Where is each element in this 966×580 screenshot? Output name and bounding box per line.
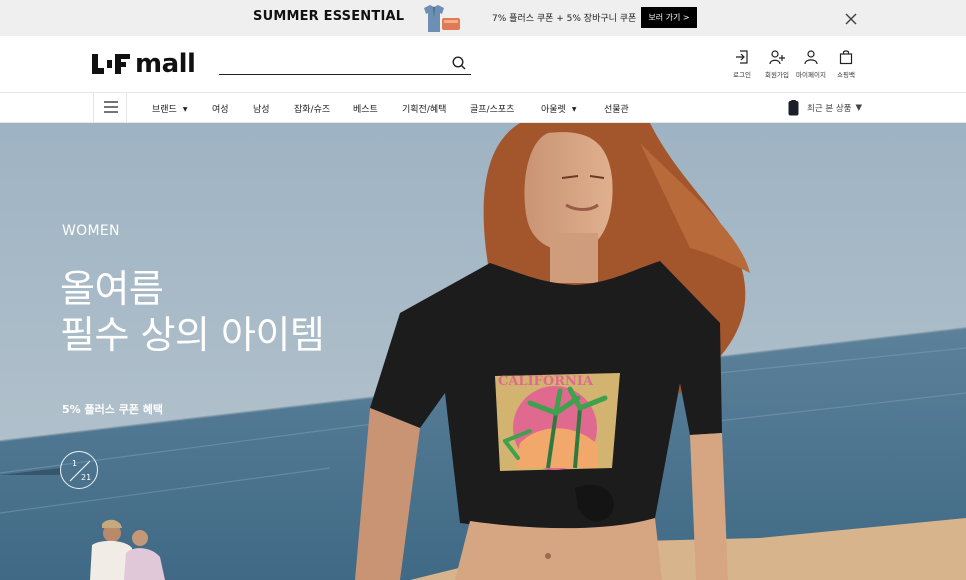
logo-text: mall	[135, 49, 196, 79]
promo-clothing-image	[424, 5, 460, 32]
pager-divider-icon	[69, 460, 91, 482]
search-bar	[219, 53, 471, 75]
nav-item-label: 아울렛	[541, 105, 566, 115]
nav-item-outlet[interactable]: 아울렛 ▼	[541, 102, 576, 115]
mypage-icon	[804, 50, 818, 65]
promo-banner: SUMMER ESSENTIAL 7% 플러스 쿠폰 + 5% 장바구니 쿠폰 …	[0, 0, 966, 36]
login-label: 로그인	[733, 71, 751, 79]
hero-headline-line1: 올여름	[60, 267, 164, 311]
site-header: mall 로그인 회원가입 마이페이지 쇼핑백	[0, 36, 966, 92]
nav-item-men[interactable]: 남성	[253, 102, 270, 115]
shirt-print-text: CALIFORNIA	[498, 374, 594, 389]
nav-item-women[interactable]: 여성	[212, 102, 229, 115]
category-nav: 브랜드 ▼ 여성 남성 잡화/슈즈 베스트 기획전/혜택 골프/스포츠 아울렛 ▼ …	[0, 92, 966, 123]
hero-headline: 올여름 필수 상의 아이템	[60, 266, 325, 358]
nav-item-brand[interactable]: 브랜드 ▼	[152, 102, 187, 115]
nav-item-label: 선물관	[604, 105, 629, 115]
hamburger-icon	[104, 101, 118, 113]
lf-logo-mark-icon	[92, 54, 130, 74]
hero-category: WOMEN	[62, 223, 120, 239]
nav-item-golf-sports[interactable]: 골프/스포츠	[470, 102, 514, 115]
shopping-bag-label: 쇼핑백	[837, 71, 855, 79]
nav-item-gift-shop[interactable]: 선물관	[604, 102, 629, 115]
recent-product-icon	[788, 100, 799, 116]
nav-item-label: 골프/스포츠	[470, 105, 515, 115]
signup-icon	[769, 50, 785, 65]
nav-item-label: 브랜드	[152, 105, 177, 115]
nav-item-label: 여성	[212, 105, 229, 115]
hero-banner[interactable]: CALIFORNIA WOMEN 올여름 필수 상의 아이템 5% 플러스 쿠폰…	[0, 123, 966, 580]
caret-down-icon: ▼	[571, 106, 577, 113]
login-icon	[736, 50, 748, 64]
mypage-button[interactable]: 마이페이지	[791, 49, 831, 79]
shopping-bag-icon	[839, 50, 853, 65]
nav-item-label: 베스트	[353, 105, 378, 115]
nav-item-label: 기획전/혜택	[402, 105, 447, 115]
caret-down-icon: ▼	[855, 103, 863, 113]
hero-subtext: 5% 플러스 쿠폰 혜택	[62, 403, 164, 416]
mypage-label: 마이페이지	[796, 71, 826, 79]
promo-go-button[interactable]: 보러 가기 >	[641, 7, 697, 28]
nav-item-best[interactable]: 베스트	[353, 102, 378, 115]
recent-viewed-button[interactable]: 최근 본 상품 ▼	[788, 99, 862, 117]
nav-item-accessories-shoes[interactable]: 잡화/슈즈	[294, 102, 330, 115]
login-button[interactable]: 로그인	[722, 49, 762, 79]
hero-headline-line2: 필수 상의 아이템	[60, 313, 325, 357]
search-input[interactable]	[219, 53, 445, 73]
pager-current: 1	[72, 459, 78, 468]
close-icon[interactable]	[843, 11, 859, 27]
nav-item-label: 잡화/슈즈	[294, 105, 331, 115]
recent-viewed-label: 최근 본 상품	[807, 104, 852, 114]
slide-pager[interactable]: 1 21	[60, 451, 98, 489]
promo-title: SUMMER ESSENTIAL	[253, 9, 405, 24]
search-icon[interactable]	[451, 55, 467, 71]
hamburger-menu-button[interactable]	[93, 93, 127, 122]
shopping-bag-button[interactable]: 쇼핑백	[826, 49, 866, 79]
promo-coupon-text: 7% 플러스 쿠폰 + 5% 장바구니 쿠폰	[492, 14, 637, 24]
site-logo[interactable]: mall	[92, 49, 196, 79]
nav-item-label: 남성	[253, 105, 270, 115]
pager-total: 21	[81, 473, 92, 482]
caret-down-icon: ▼	[182, 106, 188, 113]
nav-item-promotions[interactable]: 기획전/혜택	[402, 102, 446, 115]
